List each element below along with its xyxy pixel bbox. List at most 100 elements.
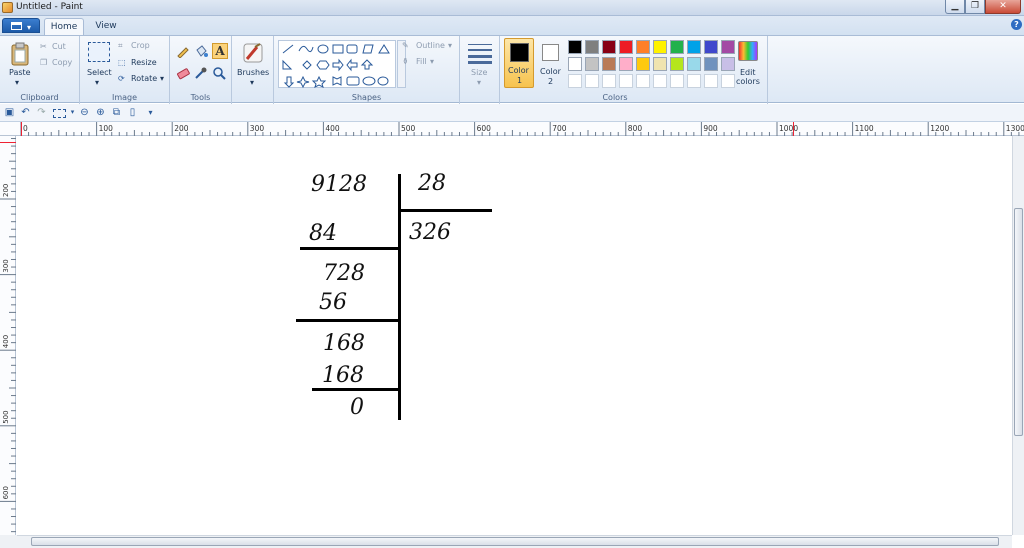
color-swatch[interactable] (602, 74, 616, 88)
color-swatch[interactable] (619, 57, 633, 71)
new-page-icon[interactable]: ▯ (127, 107, 138, 118)
save-icon[interactable]: ▣ (4, 107, 15, 118)
crop-button[interactable]: Crop (131, 41, 150, 50)
color-swatch[interactable] (704, 57, 718, 71)
brushes-button[interactable]: Brushes (237, 68, 269, 77)
color-swatch[interactable] (568, 40, 582, 54)
redo-icon[interactable]: ↷ (36, 107, 47, 118)
paint-menu-button[interactable]: ▾ (2, 18, 40, 33)
zoom-out-icon[interactable]: ⊖ (79, 107, 90, 118)
color-swatch[interactable] (653, 57, 667, 71)
color-swatch[interactable] (721, 57, 735, 71)
color-swatch[interactable] (568, 57, 582, 71)
pencil-icon[interactable] (176, 44, 190, 59)
color-swatch[interactable] (670, 40, 684, 54)
paste-button[interactable] (10, 42, 30, 66)
step-2-underline (296, 319, 401, 322)
paste-dropdown-icon[interactable]: ▾ (15, 78, 19, 87)
maximize-button[interactable]: ❐ (965, 0, 985, 14)
paint-app-icon[interactable] (2, 2, 13, 13)
vertical-scroll-thumb[interactable] (1014, 208, 1023, 436)
tab-home[interactable]: Home (44, 18, 84, 35)
fill-button[interactable]: Fill (416, 57, 427, 66)
close-button[interactable]: ✕ (985, 0, 1021, 14)
cut-button[interactable]: Cut (52, 42, 66, 51)
minimize-button[interactable]: ▁ (945, 0, 965, 14)
zoom-in-icon[interactable]: ⊕ (95, 107, 106, 118)
ribbon: Paste ▾ ✂ Cut ❐ Copy Clipboard Select ▾ … (0, 35, 1024, 104)
color-swatch[interactable] (619, 40, 633, 54)
help-icon[interactable]: ? (1011, 19, 1022, 30)
resize-button[interactable]: Resize (131, 58, 157, 67)
brushes-dropdown-icon[interactable]: ▾ (250, 78, 254, 87)
edit-colors-label[interactable]: Edit (740, 68, 756, 77)
fill-bucket-icon[interactable] (194, 44, 208, 58)
copy-button[interactable]: Copy (52, 58, 72, 67)
color-swatch[interactable] (687, 40, 701, 54)
vertical-scrollbar[interactable] (1012, 136, 1024, 535)
magnifier-icon[interactable] (212, 66, 226, 80)
image-group-label: Image (111, 93, 138, 102)
color-swatch[interactable] (687, 57, 701, 71)
undo-icon[interactable]: ↶ (20, 107, 31, 118)
color-swatch[interactable] (670, 74, 684, 88)
outline-dropdown-icon[interactable]: ▾ (448, 41, 452, 50)
color-swatch[interactable] (585, 57, 599, 71)
size-button[interactable]: Size (471, 68, 487, 77)
color-swatch[interactable] (670, 57, 684, 71)
crop-icon: ⌗ (118, 41, 123, 50)
color-swatch[interactable] (585, 74, 599, 88)
edit-colors-icon[interactable] (738, 41, 758, 61)
ruler-label: 600 (477, 124, 492, 133)
rotate-icon: ⟳ (118, 74, 125, 83)
select-qat-dropdown-icon[interactable]: ▾ (67, 107, 78, 118)
customize-qat-icon[interactable]: ▾ (145, 107, 156, 118)
brush-icon[interactable] (241, 41, 265, 65)
tab-view[interactable]: View (86, 18, 126, 35)
select-icon[interactable] (88, 42, 110, 62)
rotate-button[interactable]: Rotate (131, 74, 157, 83)
horizontal-scrollbar[interactable] (17, 535, 1012, 548)
color-swatch[interactable] (704, 40, 718, 54)
shapes-gallery[interactable] (278, 40, 396, 89)
window-title: Untitled - Paint (16, 2, 83, 12)
color-swatch[interactable] (602, 40, 616, 54)
color-swatch[interactable] (636, 40, 650, 54)
title-bar: Untitled - Paint ▁ ❐ ✕ (0, 0, 1024, 16)
drawing-canvas[interactable]: 9128 28 326 84 728 56 168 168 0 (17, 136, 1012, 535)
color-swatch[interactable] (704, 74, 718, 88)
quick-access-toolbar: ▣ ↶ ↷ ▾ ⊖ ⊕ ⧉ ▯ ▾ (0, 104, 1024, 122)
fit-window-icon[interactable]: ⧉ (111, 107, 122, 118)
color-swatch[interactable] (653, 74, 667, 88)
select-qat-icon[interactable] (53, 109, 66, 118)
chevron-down-icon: ▾ (27, 23, 32, 32)
color-swatch[interactable] (687, 74, 701, 88)
rotate-dropdown-icon[interactable]: ▾ (160, 74, 164, 83)
color1-button[interactable]: Color 1 (504, 38, 534, 88)
tools-group: A Tools (170, 36, 232, 104)
fill-dropdown-icon[interactable]: ▾ (430, 57, 434, 66)
ruler-label: 0 (23, 124, 28, 133)
outline-button[interactable]: Outline (416, 41, 445, 50)
edit-colors-label-2[interactable]: colors (736, 77, 760, 86)
ruler-label: 700 (552, 124, 567, 133)
size-dropdown-icon[interactable]: ▾ (477, 78, 481, 87)
color-swatch[interactable] (585, 40, 599, 54)
eraser-icon[interactable] (176, 66, 190, 80)
select-button[interactable]: Select (87, 68, 112, 77)
color-swatch[interactable] (568, 74, 582, 88)
text-tool-icon[interactable]: A (212, 43, 228, 59)
color-swatch[interactable] (636, 74, 650, 88)
color-picker-icon[interactable] (194, 66, 208, 80)
horizontal-scroll-thumb[interactable] (31, 537, 999, 546)
color-swatch[interactable] (619, 74, 633, 88)
vertical-ruler: 200 300 400 500 600 (0, 136, 16, 535)
color2-button[interactable]: Color 2 (536, 38, 566, 88)
color-swatch[interactable] (721, 74, 735, 88)
color-swatch[interactable] (721, 40, 735, 54)
color-swatch[interactable] (636, 57, 650, 71)
size-icon[interactable] (468, 42, 492, 64)
color-swatch[interactable] (602, 57, 616, 71)
select-dropdown-icon[interactable]: ▾ (95, 78, 99, 87)
color-swatch[interactable] (653, 40, 667, 54)
